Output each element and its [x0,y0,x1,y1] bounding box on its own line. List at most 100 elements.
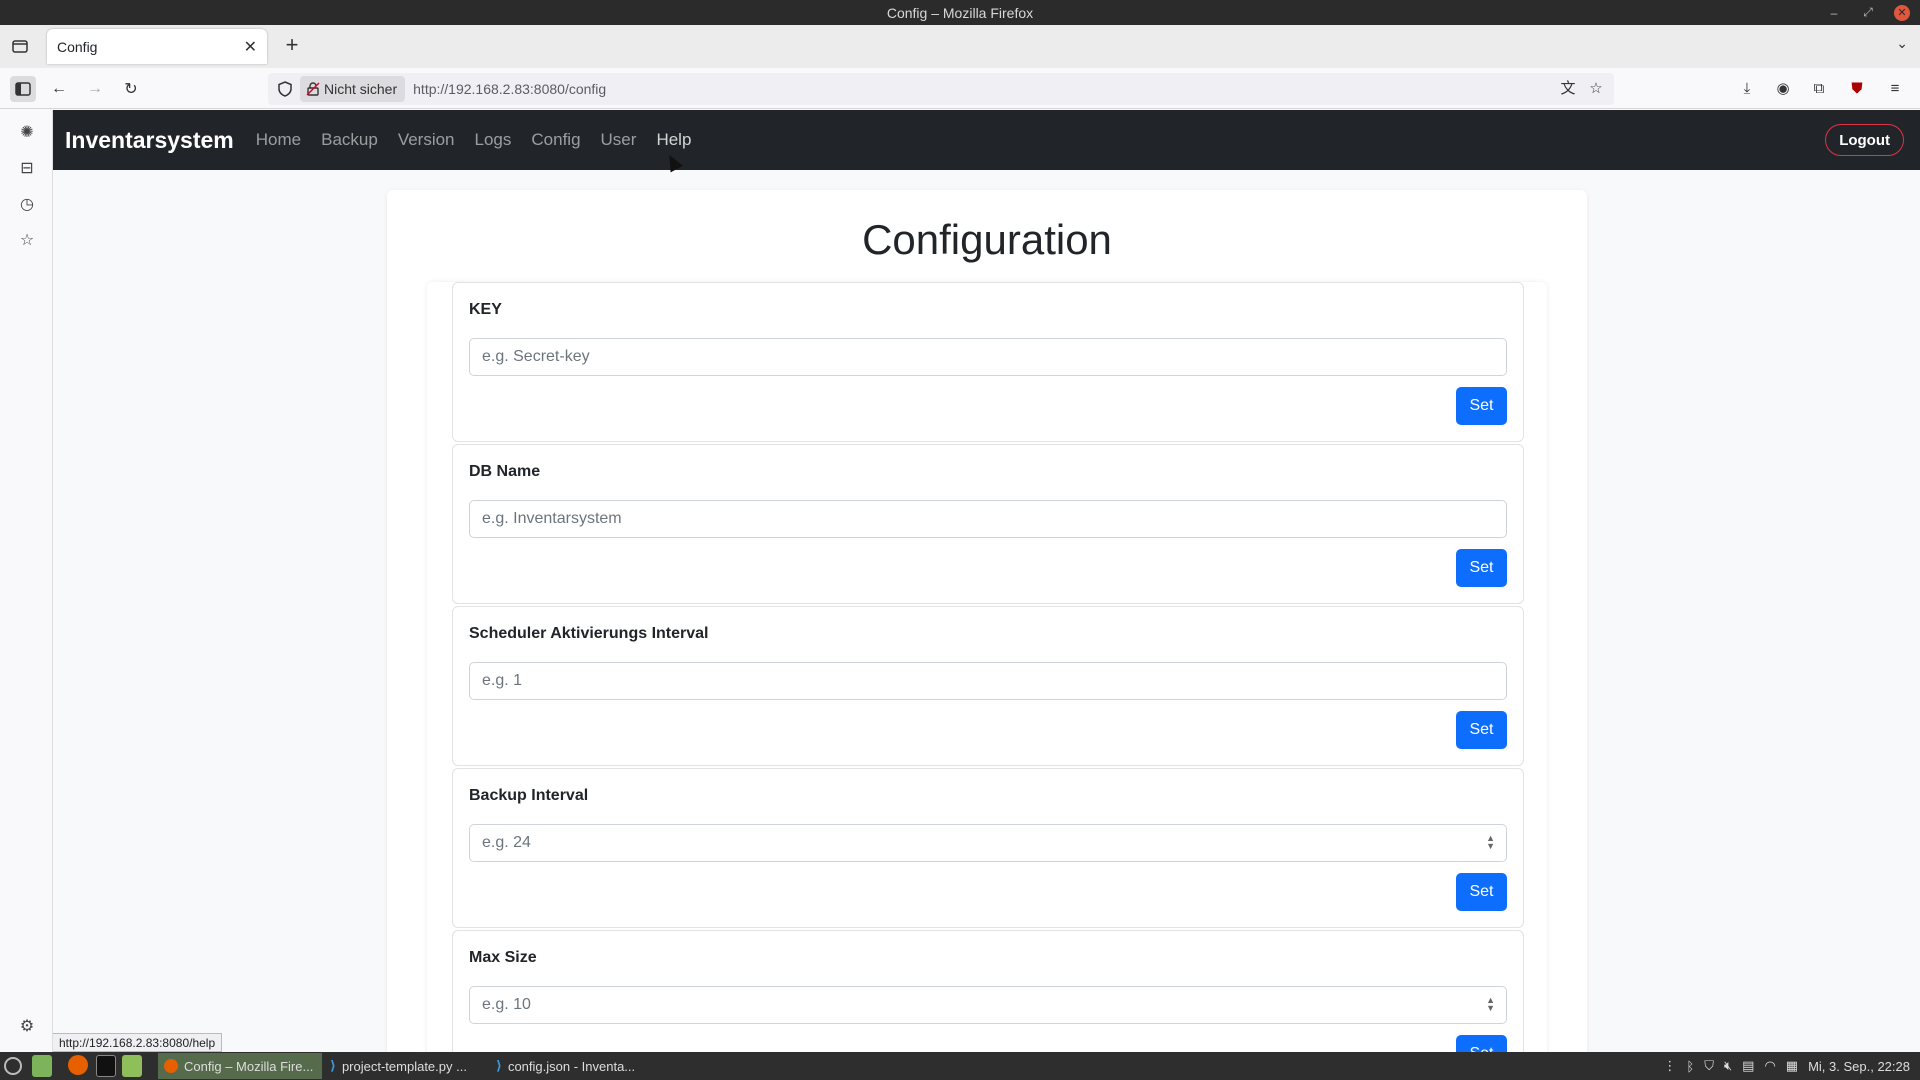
nav-user[interactable]: User [591,130,647,150]
system-tray: ⋮ ᛒ ⛉ 🔇︎ ▤ ◠ ▦ Mi, 3. Sep., 22:28 [1663,1052,1910,1080]
config-card-key: KEY Set [452,282,1524,442]
window-titlebar: Config – Mozilla Firefox – ⤢ ✕ [0,0,1920,25]
tab-title: Config [57,38,98,55]
link-status-tooltip: http://192.168.2.83:8080/help [53,1033,223,1052]
taskbar: Config – Mozilla Fire... ⟩ project-templ… [0,1052,1920,1080]
app-navbar: Inventarsystem Home Backup Version Logs … [53,110,1920,170]
reload-icon[interactable]: ↻ [118,76,144,102]
backup-interval-input[interactable] [469,824,1507,862]
terminal-launcher-icon[interactable] [96,1055,116,1077]
max-size-input[interactable] [469,986,1507,1024]
field-label: Scheduler Aktivierungs Interval [469,625,709,642]
firefox-launcher-icon[interactable] [68,1055,88,1075]
security-shield-icon[interactable]: ⛉ [1704,1058,1714,1074]
config-card-db-name: DB Name Set [452,444,1524,604]
firefox-icon [164,1059,178,1073]
nav-config[interactable]: Config [521,130,590,150]
config-container: Configuration KEY Set DB Name Set Schedu… [387,190,1587,1052]
browser-sidebar: ✺ ⊟ ◷ ☆ ⚙ [0,110,53,1052]
tray-more-icon[interactable]: ⋮ [1663,1058,1676,1074]
files-launcher-icon[interactable] [122,1055,142,1077]
set-button[interactable]: Set [1456,549,1507,587]
taskbar-window-vscode-1[interactable]: ⟩ project-template.py ... [324,1053,488,1079]
clock[interactable]: Mi, 3. Sep., 22:28 [1808,1059,1910,1074]
number-spinner-icon[interactable]: ▲ ▼ [1486,834,1495,851]
downloads-icon[interactable]: ⤓ [1736,78,1758,100]
volume-muted-icon[interactable]: 🔇︎ [1724,1058,1732,1074]
nav-version[interactable]: Version [388,130,465,150]
field-label: DB Name [469,463,541,480]
bluetooth-icon[interactable]: ᛒ [1686,1059,1694,1074]
forward-arrow-icon[interactable]: → [82,76,108,102]
taskbar-window-label: config.json - Inventa... [507,1058,636,1074]
nav-backup[interactable]: Backup [311,130,388,150]
app-brand[interactable]: Inventarsystem [65,127,234,154]
taskbar-window-label: project-template.py ... [341,1058,467,1074]
config-form: KEY Set DB Name Set Scheduler Aktivierun… [427,282,1547,1052]
maximize-icon[interactable]: ⤢ [1860,5,1876,21]
url-path: :8080/config [529,81,607,97]
set-button[interactable]: Set [1456,711,1507,749]
page-title: Configuration [862,216,1112,263]
close-window-icon[interactable]: ✕ [1894,4,1910,21]
synced-tabs-icon[interactable]: ⊟ [16,158,38,180]
set-button[interactable]: Set [1456,387,1507,425]
tab-config[interactable]: Config ✕ [47,29,267,64]
nav-help[interactable]: Help [646,130,701,150]
field-label: Backup Interval [469,787,589,804]
wifi-icon[interactable]: ◠ [1764,1058,1775,1074]
minimize-icon[interactable]: – [1826,5,1842,21]
field-label: Max Size [469,949,537,966]
clipboard-icon[interactable]: ▤ [1742,1058,1754,1074]
extensions-icon[interactable]: ⧉ [1808,78,1830,100]
security-indicator[interactable]: Nicht sicher [300,76,406,102]
db-name-input[interactable] [469,500,1507,538]
history-icon[interactable]: ◷ [16,194,38,216]
security-label: Nicht sicher [324,81,398,97]
config-card-max-size: Max Size ▲▼ Set [452,930,1524,1052]
tab-overview-icon[interactable] [10,36,30,56]
tab-strip: Config ✕ + ⌄ [0,25,1920,68]
config-card-scheduler-interval: Scheduler Aktivierungs Interval Set [452,606,1524,766]
bookmarks-icon[interactable]: ☆ [16,230,38,252]
navigation-toolbar: ← → ↻ Nicht sicher http://192.168.2.83:8… [0,68,1920,109]
menu-icon[interactable]: ≡ [1884,78,1906,100]
config-card-backup-interval: Backup Interval ▲▼ Set [452,768,1524,928]
vscode-icon: ⟩ [330,1058,336,1073]
sidebar-toggle-icon[interactable] [10,76,36,102]
back-arrow-icon[interactable]: ← [46,76,72,102]
taskbar-window-firefox[interactable]: Config – Mozilla Fire... [158,1053,322,1079]
bookmark-star-icon[interactable]: ☆ [1586,79,1606,99]
url-text[interactable]: http://192.168.2.83:8080/config [413,81,606,97]
taskbar-window-vscode-2[interactable]: ⟩ config.json - Inventa... [490,1053,654,1079]
nav-home[interactable]: Home [246,130,311,150]
translate-icon[interactable]: 文 [1558,79,1578,99]
network-icon[interactable]: ▦ [1786,1058,1798,1074]
set-button[interactable]: Set [1456,873,1507,911]
set-button[interactable]: Set [1456,1035,1507,1052]
key-input[interactable] [469,338,1507,376]
chevron-down-icon[interactable]: ⌄ [1896,35,1908,52]
ai-chatbot-icon[interactable]: ✺ [16,122,38,144]
url-host: 192.168.2.83 [448,81,530,97]
web-page: Inventarsystem Home Backup Version Logs … [53,110,1920,1052]
logout-button[interactable]: Logout [1825,124,1904,156]
nav-logs[interactable]: Logs [465,130,522,150]
number-spinner-icon[interactable]: ▲ ▼ [1486,996,1495,1013]
show-desktop-icon[interactable] [32,1055,52,1077]
start-menu-icon[interactable] [4,1057,22,1075]
window-title: Config – Mozilla Firefox [886,4,1034,21]
account-icon[interactable]: ◉ [1772,78,1794,100]
scheduler-interval-input[interactable] [469,662,1507,700]
shield-icon[interactable] [276,80,294,98]
settings-gear-icon[interactable]: ⚙ [16,1016,38,1038]
close-tab-icon[interactable]: ✕ [244,37,257,57]
field-label: KEY [469,301,502,318]
nav-links: Home Backup Version Logs Config User Hel… [246,130,702,150]
url-bar[interactable]: Nicht sicher http://192.168.2.83:8080/co… [268,73,1614,105]
ublock-shield-icon[interactable]: ⛊ [1846,78,1868,100]
taskbar-window-label: Config – Mozilla Fire... [184,1058,314,1074]
new-tab-icon[interactable]: + [280,34,304,58]
url-scheme: http:// [413,81,449,97]
broken-lock-icon [306,82,320,96]
